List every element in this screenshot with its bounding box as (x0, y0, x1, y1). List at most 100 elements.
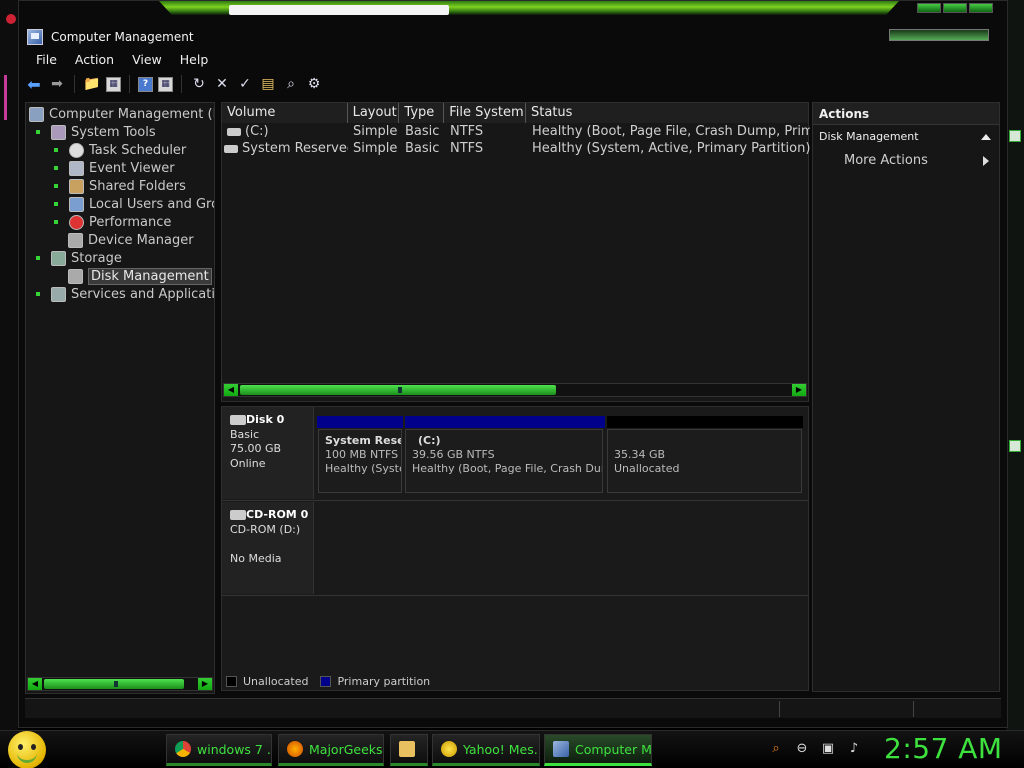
more-actions-item[interactable]: More Actions (813, 149, 999, 173)
volume-icon[interactable]: ♪ (846, 741, 862, 757)
column-header-layout[interactable]: Layout (348, 103, 400, 123)
column-header-volume[interactable]: Volume (222, 103, 348, 123)
close-button[interactable] (969, 3, 993, 13)
partition-bar-c (405, 416, 605, 428)
minus-circle-icon[interactable]: ⊖ (794, 741, 810, 757)
partition-unallocated[interactable]: 35.34 GB Unallocated (607, 429, 802, 493)
caption-buttons (917, 3, 993, 13)
clock[interactable]: 2:57 AM (884, 732, 1003, 765)
window-controls-secondary[interactable] (889, 29, 989, 41)
tree-item-services[interactable]: Services and Applications (36, 285, 214, 303)
show-hide-tree-icon[interactable]: ▦ (106, 76, 121, 92)
open-folder-icon[interactable]: ▤ (259, 75, 277, 93)
column-header-status[interactable]: Status (526, 103, 808, 123)
maximize-button[interactable] (943, 3, 967, 13)
taskbar-item-computer-management[interactable]: Computer M... (544, 734, 652, 766)
tree-horizontal-scrollbar[interactable]: ◀ ▶ (27, 677, 213, 691)
tree-item-system-tools[interactable]: System Tools (36, 123, 156, 141)
tree-item-local-users[interactable]: Local Users and Grou (54, 195, 215, 213)
legend-unallocated: Unallocated (243, 674, 309, 688)
scroll-right-arrow-icon[interactable]: ▶ (792, 384, 806, 396)
tree-item-label: System Tools (71, 124, 156, 140)
title-bar: Computer Management (27, 29, 194, 45)
tree-item-label: Local Users and Grou (89, 196, 215, 212)
tree-item-performance[interactable]: Performance (54, 213, 171, 231)
table-row[interactable]: System Reserved Simple Basic NTFS Health… (222, 141, 810, 158)
column-header-file-system[interactable]: File System (444, 103, 526, 123)
expand-bullet-icon[interactable] (54, 202, 58, 206)
scroll-right-arrow-icon[interactable]: ▶ (198, 678, 212, 690)
partition-system-reserved[interactable]: System Rese 100 MB NTFS Healthy (Syste (318, 429, 402, 493)
expand-bullet-icon[interactable] (36, 292, 40, 296)
red-dot-icon (6, 14, 16, 24)
scroll-left-arrow-icon[interactable]: ◀ (224, 384, 238, 396)
menu-view[interactable]: View (123, 51, 171, 69)
partition-c[interactable]: (C:) 39.56 GB NTFS Healthy (Boot, Page F… (405, 429, 603, 493)
expand-bullet-icon[interactable] (54, 148, 58, 152)
tree-item-device-manager[interactable]: Device Manager (68, 231, 194, 249)
check-icon[interactable]: ✓ (236, 75, 254, 93)
refresh-icon[interactable]: ↻ (190, 75, 208, 93)
actions-section-disk-management[interactable]: Disk Management (813, 125, 999, 149)
search-icon[interactable]: ⌕ (768, 741, 784, 757)
tree-item-label: Device Manager (88, 232, 194, 248)
tree-item-disk-management[interactable]: Disk Management (68, 267, 212, 285)
expand-bullet-icon[interactable] (54, 166, 58, 170)
help-icon[interactable]: ? (138, 76, 153, 92)
tree-item-task-scheduler[interactable]: Task Scheduler (54, 141, 186, 159)
start-button-smiley-icon[interactable] (8, 731, 46, 768)
taskbar-item-chrome[interactable]: windows 7 ... (166, 734, 272, 766)
clock-icon (69, 142, 84, 158)
scroll-thumb[interactable] (240, 385, 556, 395)
cdrom-0-label[interactable]: CD-ROM 0 CD-ROM (D:) No Media (222, 502, 314, 594)
menu-help[interactable]: Help (171, 51, 218, 69)
submenu-arrow-icon (983, 156, 989, 166)
forward-arrow-icon[interactable]: ➡ (48, 75, 66, 93)
list-horizontal-scrollbar[interactable]: ◀ ▶ (223, 383, 807, 397)
desktop-widget-icon (1009, 440, 1021, 452)
actions-header: Actions (813, 103, 999, 125)
computer-management-icon (553, 741, 569, 757)
tree-item-storage[interactable]: Storage (36, 249, 122, 267)
expand-bullet-icon[interactable] (54, 220, 58, 224)
tree-item-shared-folders[interactable]: Shared Folders (54, 177, 186, 195)
settings-icon[interactable]: ⚙ (305, 75, 323, 93)
tree-item-label: Task Scheduler (89, 142, 187, 158)
disk-0-label[interactable]: Disk 0 Basic 75.00 GB Online (222, 407, 314, 499)
expand-bullet-icon[interactable] (36, 256, 40, 260)
collapse-up-icon[interactable] (981, 134, 991, 140)
column-header-type[interactable]: Type (399, 103, 445, 123)
back-arrow-icon[interactable]: ⬅ (25, 75, 43, 94)
status-cell: Healthy (Boot, Page File, Crash Dump, Pr… (532, 124, 810, 139)
type-cell: Basic (405, 124, 440, 139)
minimize-button[interactable] (917, 3, 941, 13)
status-bar (25, 698, 1001, 718)
delete-icon[interactable]: ✕ (213, 75, 231, 93)
scroll-thumb[interactable] (44, 679, 184, 689)
scroll-left-arrow-icon[interactable]: ◀ (28, 678, 42, 690)
taskbar-item-yahoo[interactable]: Yahoo! Mes... (432, 734, 540, 766)
expand-bullet-icon[interactable] (36, 130, 40, 134)
taskbar-item-label: Computer M... (575, 741, 652, 757)
menu-file[interactable]: File (27, 51, 66, 69)
disk-management-icon (68, 268, 83, 284)
legend: Unallocated Primary partition (221, 671, 809, 691)
menu-action[interactable]: Action (66, 51, 123, 69)
toolbar-separator (129, 75, 130, 93)
search-icon[interactable]: ⌕ (282, 75, 300, 93)
up-folder-icon[interactable]: 📁 (83, 75, 101, 93)
expand-bullet-icon[interactable] (54, 184, 58, 188)
taskbar-item-folder[interactable] (390, 734, 428, 766)
disk-divider (222, 595, 808, 596)
partition-status: Healthy (Syste (325, 462, 402, 475)
network-icon[interactable]: ▣ (820, 741, 836, 757)
drive-icon (224, 144, 238, 153)
table-row[interactable]: (C:) Simple Basic NTFS Healthy (Boot, Pa… (222, 124, 810, 141)
properties-icon[interactable]: ▦ (158, 76, 173, 92)
tree-item-root[interactable]: Computer Management (Loc (29, 105, 214, 123)
taskbar-item-firefox[interactable]: MajorGeeks... (278, 734, 384, 766)
device-manager-icon (68, 232, 83, 248)
taskbar-item-label: Yahoo! Mes... (463, 741, 540, 757)
toolbar-separator (181, 75, 182, 93)
tree-item-event-viewer[interactable]: Event Viewer (54, 159, 175, 177)
